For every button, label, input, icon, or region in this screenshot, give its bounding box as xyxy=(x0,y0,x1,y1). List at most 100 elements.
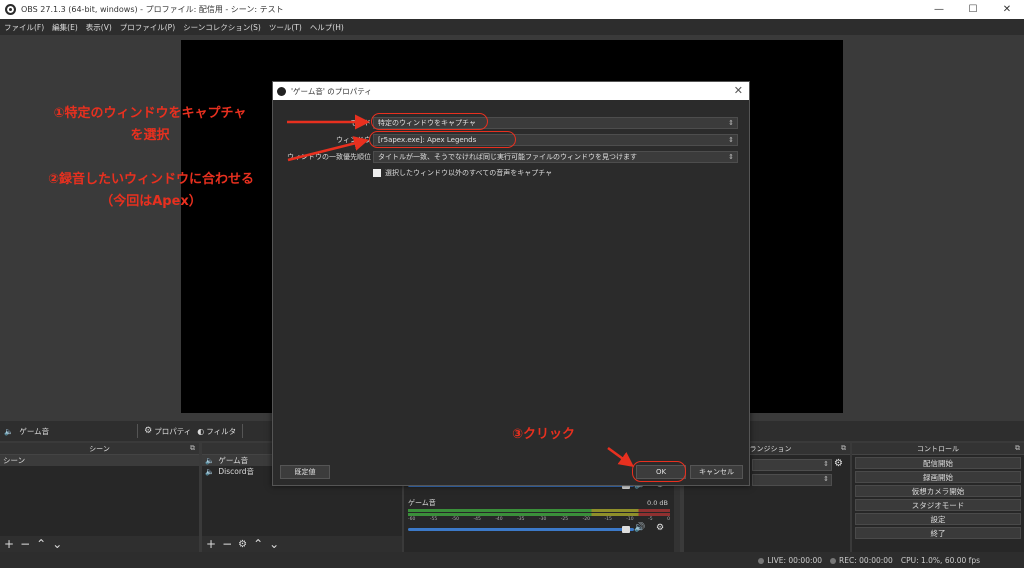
rec-time: REC: 00:00:00 xyxy=(839,555,893,565)
volume-slider-handle[interactable] xyxy=(622,526,630,533)
undock-icon[interactable]: ⧉ xyxy=(1015,444,1020,453)
checkbox-box[interactable] xyxy=(373,169,381,177)
mode-row: モード 特定のウィンドウをキャプチャ ⇕ xyxy=(273,116,751,129)
obs-logo-icon xyxy=(277,86,286,96)
speaker-icon: 🔈 xyxy=(205,467,215,476)
title-bar: OBS 27.1.3 (64-bit, windows) - プロファイル: 配… xyxy=(0,0,1024,19)
selected-source: 🔈 ゲーム音 xyxy=(4,426,49,437)
source-name: Discord音 xyxy=(218,467,255,476)
toolbar-divider xyxy=(137,424,139,438)
mode-highlight xyxy=(371,113,488,130)
minimize-button[interactable]: — xyxy=(922,0,956,19)
menu-profile[interactable]: プロファイル(P) xyxy=(120,22,175,33)
live-status: LIVE: 00:00:00 xyxy=(758,556,822,565)
scene-list-item[interactable]: シーン xyxy=(0,455,199,466)
menu-help[interactable]: ヘルプ(H) xyxy=(310,22,344,33)
gear-icon[interactable]: ⚙ xyxy=(656,523,664,533)
annotation-step3: ③クリック xyxy=(512,427,576,442)
cpu-status: CPU: 1.0%, 60.00 fps xyxy=(900,555,980,565)
scale-tick: -30 xyxy=(538,517,547,522)
level-meter xyxy=(408,509,670,516)
filters-label: フィルタ xyxy=(206,426,237,436)
scale-tick: -5 xyxy=(648,517,653,522)
checkbox-label: 選択したウィンドウ以外のすべての音声をキャプチャ xyxy=(385,169,553,177)
mixer-channel-name: ゲーム音 xyxy=(408,499,436,507)
settings-button[interactable]: 設定 xyxy=(855,513,1021,525)
chevron-down-icon[interactable]: ⌄ xyxy=(52,537,62,551)
dialog-close-button[interactable]: ✕ xyxy=(734,84,743,97)
annotation-step2-line2: （今回はApex） xyxy=(100,194,202,209)
menu-bar: ファイル(F) 編集(E) 表示(V) プロファイル(P) シーンコレクション(… xyxy=(0,19,1024,35)
filter-icon: ◐ xyxy=(197,426,205,436)
toolbar-divider xyxy=(242,424,244,438)
transition-select[interactable]: ⇕ xyxy=(752,459,832,471)
properties-button[interactable]: ⚙ プロパティ xyxy=(144,426,191,437)
mixer-slider-row-2 xyxy=(408,528,634,531)
add-icon[interactable]: + xyxy=(4,537,14,551)
annotation-step1: ①特定のウィンドウをキャプチャ を選択 xyxy=(35,102,265,143)
menu-tools[interactable]: ツール(T) xyxy=(269,22,302,33)
spinner-icon: ⇕ xyxy=(728,152,734,161)
priority-label: ウィンドウの一致優先順位 xyxy=(287,152,371,161)
scale-tick: -45 xyxy=(473,517,481,522)
undock-icon[interactable]: ⧉ xyxy=(841,444,846,453)
maximize-button[interactable]: ☐ xyxy=(956,0,990,19)
scenes-dock-title: シーン xyxy=(89,444,110,453)
rec-status: REC: 00:00:00 xyxy=(830,556,893,565)
speaker-icon[interactable]: 🔊 xyxy=(634,523,645,533)
defaults-button[interactable]: 既定値 xyxy=(280,465,330,479)
scale-tick: -60 xyxy=(408,517,416,522)
window-controls: — ☐ ✕ xyxy=(922,0,1024,19)
scale-tick: -50 xyxy=(451,517,460,522)
properties-label: プロパティ xyxy=(154,426,192,436)
remove-icon[interactable]: − xyxy=(222,537,232,551)
start-streaming-button[interactable]: 配信開始 xyxy=(855,457,1021,469)
filters-button[interactable]: ◐ フィルタ xyxy=(197,426,236,437)
menu-view[interactable]: 表示(V) xyxy=(86,22,112,33)
dialog-title: 'ゲーム音' のプロパティ xyxy=(291,86,372,96)
remove-icon[interactable]: − xyxy=(20,537,30,551)
volume-slider[interactable] xyxy=(408,528,634,531)
spinner-icon: ⇕ xyxy=(823,475,829,483)
priority-value: タイトルが一致、そうでなければ同じ実行可能ファイルのウィンドウを見つけます xyxy=(378,152,637,161)
scale-tick: 0 xyxy=(667,517,670,522)
live-indicator-icon xyxy=(758,557,765,564)
selected-source-name: ゲーム音 xyxy=(19,426,50,436)
window-title: OBS 27.1.3 (64-bit, windows) - プロファイル: 配… xyxy=(21,5,284,14)
menu-scene-collection[interactable]: シーンコレクション(S) xyxy=(183,22,261,33)
gear-icon: ⚙ xyxy=(144,426,153,436)
annotation-step1-line2: を選択 xyxy=(130,128,170,143)
start-virtual-camera-button[interactable]: 仮想カメラ開始 xyxy=(855,485,1021,497)
studio-mode-button[interactable]: スタジオモード xyxy=(855,499,1021,511)
exit-button[interactable]: 終了 xyxy=(855,527,1021,539)
window-highlight xyxy=(369,131,516,148)
add-icon[interactable]: + xyxy=(206,537,216,551)
speaker-icon: 🔈 xyxy=(205,456,215,465)
gear-icon[interactable]: ⚙ xyxy=(834,458,843,469)
scale-tick: -40 xyxy=(495,517,503,522)
sources-dock-footer: + − ⚙ ⌃ ⌄ xyxy=(202,536,402,552)
gear-icon[interactable]: ⚙ xyxy=(238,539,247,550)
chevron-up-icon[interactable]: ⌃ xyxy=(36,537,46,551)
spinner-icon: ⇕ xyxy=(728,135,734,144)
capture-other-audio-checkbox[interactable]: 選択したウィンドウ以外のすべての音声をキャプチャ xyxy=(373,168,552,178)
close-button[interactable]: ✕ xyxy=(990,0,1024,19)
scene-name: シーン xyxy=(3,456,26,465)
undock-icon[interactable]: ⧉ xyxy=(190,444,195,453)
window-label: ウィンドウ xyxy=(336,135,371,144)
annotation-step1-line1: ①特定のウィンドウをキャプチャ xyxy=(53,106,247,121)
transition-duration-field[interactable]: ⇕ xyxy=(752,474,832,486)
scale-tick: -35 xyxy=(517,517,525,522)
priority-select[interactable]: タイトルが一致、そうでなければ同じ実行可能ファイルのウィンドウを見つけます ⇕ xyxy=(373,150,738,163)
scenes-dock: シーン ⧉ シーン + − ⌃ ⌄ xyxy=(0,443,199,552)
start-recording-button[interactable]: 録画開始 xyxy=(855,471,1021,483)
cancel-button[interactable]: キャンセル xyxy=(690,465,743,479)
chevron-down-icon[interactable]: ⌄ xyxy=(269,537,279,551)
chevron-up-icon[interactable]: ⌃ xyxy=(253,537,263,551)
annotation-step2: ②録音したいウィンドウに合わせる （今回はApex） xyxy=(25,168,277,209)
menu-edit[interactable]: 編集(E) xyxy=(52,22,78,33)
scale-tick: -25 xyxy=(560,517,569,522)
scale-tick: -10 xyxy=(626,517,634,522)
menu-file[interactable]: ファイル(F) xyxy=(4,22,44,33)
spinner-icon: ⇕ xyxy=(823,460,829,468)
